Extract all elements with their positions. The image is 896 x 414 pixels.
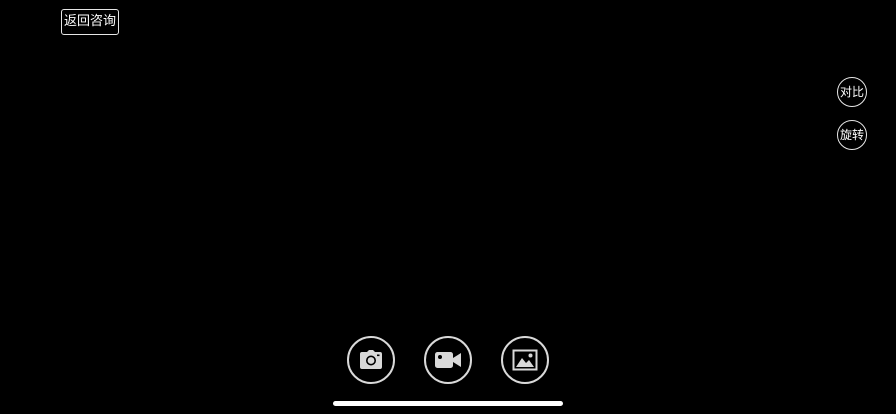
take-photo-button[interactable] bbox=[347, 336, 395, 384]
record-video-button[interactable] bbox=[424, 336, 472, 384]
back-to-consult-button[interactable]: 返回咨询 bbox=[61, 9, 119, 35]
capture-toolbar bbox=[0, 336, 896, 386]
compare-button[interactable]: 对比 bbox=[837, 77, 867, 107]
camera-screen: 返回咨询 对比 旋转 bbox=[0, 0, 896, 414]
open-album-button[interactable] bbox=[501, 336, 549, 384]
camera-icon bbox=[360, 350, 382, 369]
video-camera-icon bbox=[435, 352, 461, 368]
home-indicator[interactable] bbox=[333, 401, 563, 406]
rotate-button[interactable]: 旋转 bbox=[837, 120, 867, 150]
image-gallery-icon bbox=[512, 349, 538, 371]
